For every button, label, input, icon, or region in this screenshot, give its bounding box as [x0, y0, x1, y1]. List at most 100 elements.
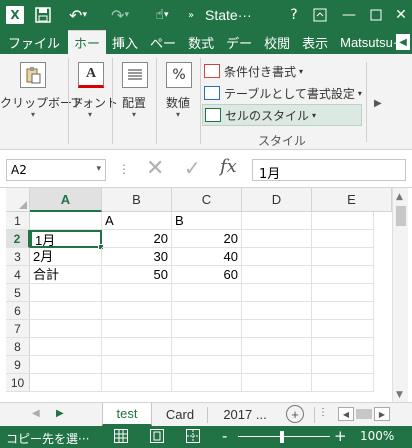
cell-c7[interactable]: [172, 320, 242, 338]
cell-a5[interactable]: [30, 284, 102, 302]
more-icon[interactable]: ⋮: [118, 162, 130, 176]
zoom-slider-thumb[interactable]: [280, 431, 284, 443]
cell-d9[interactable]: [242, 356, 312, 374]
cell-c8[interactable]: [172, 338, 242, 356]
cell-a9[interactable]: [30, 356, 102, 374]
cancel-icon[interactable]: ✕: [146, 156, 164, 181]
cell-e10[interactable]: [312, 374, 374, 392]
cell-d1[interactable]: [242, 212, 312, 230]
tab-home[interactable]: ホー: [68, 30, 107, 54]
touch-mode-icon[interactable]: ☝ ▾: [148, 6, 176, 24]
formula-input[interactable]: 1月: [252, 159, 406, 182]
row-header-3[interactable]: 3: [6, 248, 30, 266]
ribbon-display-options-icon[interactable]: [310, 6, 330, 24]
chevron-down-icon[interactable]: ▾: [96, 164, 101, 174]
cell-a10[interactable]: [30, 374, 102, 392]
insert-function-icon[interactable]: fx: [220, 156, 237, 177]
scroll-up-icon[interactable]: ▲: [396, 192, 403, 202]
zoom-level[interactable]: 100%: [360, 429, 394, 443]
tab-page-layout[interactable]: ペー: [144, 30, 182, 54]
column-header-a[interactable]: A: [30, 188, 102, 212]
cell-c9[interactable]: [172, 356, 242, 374]
sheet-tab-test[interactable]: test: [102, 403, 152, 426]
cell-c2[interactable]: 20: [172, 230, 242, 248]
close-icon[interactable]: ✕: [392, 6, 410, 24]
row-header-8[interactable]: 8: [6, 338, 30, 356]
sheet-tab-card[interactable]: Card: [156, 403, 204, 426]
ribbon-scroll[interactable]: ▶: [366, 54, 412, 150]
row-header-1[interactable]: 1: [6, 212, 30, 230]
cell-d5[interactable]: [242, 284, 312, 302]
conditional-formatting-button[interactable]: 条件付き書式 ▾: [202, 60, 362, 82]
cell-e7[interactable]: [312, 320, 374, 338]
column-header-d[interactable]: D: [242, 188, 312, 212]
cell-a6[interactable]: [30, 302, 102, 320]
page-break-view-icon[interactable]: [186, 429, 200, 443]
cell-b4[interactable]: 50: [102, 266, 172, 284]
scroll-left-icon[interactable]: ◀: [338, 407, 354, 421]
row-header-4[interactable]: 4: [6, 266, 30, 284]
cell-c3[interactable]: 40: [172, 248, 242, 266]
cell-b9[interactable]: [102, 356, 172, 374]
cell-b3[interactable]: 30: [102, 248, 172, 266]
cell-e2[interactable]: [312, 230, 374, 248]
cell-d4[interactable]: [242, 266, 312, 284]
sheet-prev-icon[interactable]: ◀: [32, 408, 40, 419]
cell-a4[interactable]: 合計: [30, 266, 102, 284]
cell-a1[interactable]: [30, 212, 102, 230]
row-header-6[interactable]: 6: [6, 302, 30, 320]
alignment-group[interactable]: 配置 ▾: [114, 54, 154, 150]
redo-icon[interactable]: ↷ ▾: [106, 6, 134, 25]
cell-a8[interactable]: [30, 338, 102, 356]
cell-e1[interactable]: [312, 212, 374, 230]
cell-c4[interactable]: 60: [172, 266, 242, 284]
row-header-10[interactable]: 10: [6, 374, 30, 392]
enter-icon[interactable]: ✓: [184, 156, 201, 180]
name-box[interactable]: A2 ▾: [6, 159, 106, 181]
cell-b2[interactable]: 20: [102, 230, 172, 248]
cell-c6[interactable]: [172, 302, 242, 320]
zoom-out-button[interactable]: -: [222, 427, 227, 445]
tab-insert[interactable]: 挿入: [106, 30, 144, 54]
cell-b1[interactable]: A: [102, 212, 172, 230]
horizontal-scrollbar[interactable]: [356, 409, 372, 419]
column-header-b[interactable]: B: [102, 188, 172, 212]
maximize-icon[interactable]: [367, 6, 385, 24]
cell-b10[interactable]: [102, 374, 172, 392]
row-header-5[interactable]: 5: [6, 284, 30, 302]
zoom-in-button[interactable]: +: [334, 427, 347, 445]
cell-d2[interactable]: [242, 230, 312, 248]
tab-file[interactable]: ファイル: [0, 30, 68, 54]
cell-d7[interactable]: [242, 320, 312, 338]
cell-b7[interactable]: [102, 320, 172, 338]
cell-b6[interactable]: [102, 302, 172, 320]
minimize-icon[interactable]: —: [338, 6, 360, 24]
scrollbar-thumb[interactable]: [396, 206, 406, 226]
chevron-right-icon[interactable]: ▶: [374, 98, 382, 109]
row-header-9[interactable]: 9: [6, 356, 30, 374]
tab-formulas[interactable]: 数式: [182, 30, 220, 54]
quick-access-more-icon[interactable]: »: [185, 6, 197, 24]
cell-a3[interactable]: 2月: [30, 248, 102, 266]
column-header-e[interactable]: E: [312, 188, 392, 212]
zoom-slider[interactable]: [238, 436, 330, 437]
cell-e9[interactable]: [312, 356, 374, 374]
tab-data[interactable]: デー: [220, 30, 258, 54]
cell-a7[interactable]: [30, 320, 102, 338]
select-all-button[interactable]: [6, 188, 30, 212]
cell-styles-button[interactable]: セルのスタイル ▾: [202, 104, 362, 126]
cell-c5[interactable]: [172, 284, 242, 302]
sheet-next-icon[interactable]: ▶: [56, 408, 64, 419]
format-as-table-button[interactable]: テーブルとして書式設定 ▾: [202, 82, 362, 104]
scroll-down-icon[interactable]: ▼: [396, 390, 403, 400]
clipboard-group[interactable]: クリップボード ▾: [0, 54, 84, 150]
save-icon[interactable]: [34, 6, 52, 24]
cell-e5[interactable]: [312, 284, 374, 302]
row-header-2[interactable]: 2: [6, 230, 30, 248]
page-layout-view-icon[interactable]: [150, 429, 164, 443]
cell-e6[interactable]: [312, 302, 374, 320]
font-group[interactable]: A フォント ▾: [70, 54, 118, 150]
cell-d6[interactable]: [242, 302, 312, 320]
more-icon[interactable]: ⋮: [318, 407, 328, 418]
ribbon-collapse-icon[interactable]: ◀: [396, 34, 410, 50]
